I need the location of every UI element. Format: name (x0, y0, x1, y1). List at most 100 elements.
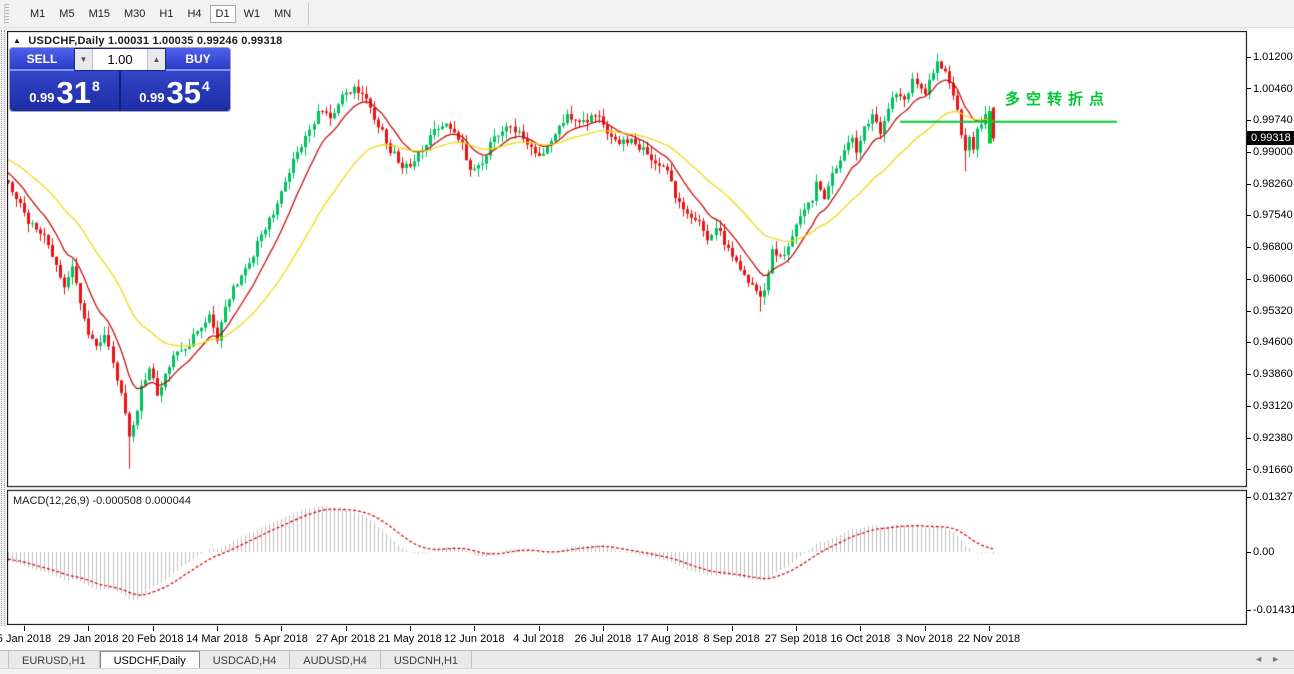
macd-axis-tick (1247, 496, 1251, 498)
collapse-triangle-icon[interactable]: ▲ (13, 36, 21, 45)
date-axis: 5 Jan 2018 29 Jan 2018 20 Feb 2018 14 Mar 2… (0, 626, 1294, 650)
price-axis-tick (1247, 469, 1251, 470)
macd-axis-label: 0.00 (1253, 546, 1275, 558)
mt4-terminal: M1 M5 M15 M30 H1 H4 D1 W1 MN ▲ USDCHF,Daily 1.00… (0, 0, 1294, 674)
date-axis-tick (924, 626, 926, 631)
timeframe-button-h4[interactable]: H4 (181, 5, 207, 23)
price-axis-tick (1247, 214, 1251, 216)
tab-audusd-h4[interactable]: AUDUSD,H4 (290, 651, 381, 668)
timeframe-button-m5[interactable]: M5 (53, 5, 80, 23)
timeframe-button-d1[interactable]: D1 (209, 4, 236, 23)
volume-increase-icon[interactable]: ▲ (147, 49, 165, 70)
date-axis-tick (795, 626, 797, 631)
date-axis-tick (988, 626, 990, 631)
date-axis-label: 26 Jul 2018 (574, 633, 632, 645)
price-axis-tick (1247, 405, 1251, 407)
buy-price-pip: 4 (202, 78, 210, 94)
buy-price-prefix: 0.99 (139, 90, 165, 105)
buy-button[interactable]: BUY (166, 48, 230, 71)
price-axis-label: 0.94600 (1253, 336, 1293, 349)
price-axis-tick (1247, 310, 1251, 312)
one-click-trading-panel: SELL ▼ 1.00 ▲ BUY 0.99 31 8 0.99 35 4 (10, 48, 230, 111)
date-axis-tick (281, 626, 283, 631)
toolbar-grip-handle[interactable] (4, 3, 9, 24)
price-axis-label: 0.91660 (1253, 463, 1293, 476)
buy-price-button[interactable]: 0.99 35 4 (119, 71, 228, 111)
volume-input[interactable]: 1.00 (93, 49, 147, 70)
tab-usdchf-daily[interactable]: USDCHF,Daily (99, 651, 200, 668)
date-axis-tick (24, 626, 25, 631)
macd-axis-tick (1247, 551, 1251, 553)
price-axis-tick (1247, 88, 1251, 90)
tab-usdcnh-h1[interactable]: USDCNH,H1 (381, 651, 473, 668)
window-edge-grip[interactable] (1, 30, 5, 668)
price-axis-label: 0.93120 (1253, 400, 1293, 413)
price-axis-label: 1.01200 (1253, 51, 1293, 63)
date-axis-tick (667, 626, 669, 631)
timeframe-button-mn[interactable]: MN (268, 5, 297, 23)
macd-indicator-label: MACD(12,26,9) -0.000508 0.000044 (13, 495, 191, 507)
date-axis-label: 27 Apr 2018 (315, 633, 376, 645)
price-axis-label: 1.00460 (1253, 82, 1293, 95)
tab-scroll-left-icon[interactable]: ◄ (1254, 654, 1271, 664)
current-price-badge: 0.99318 (1247, 131, 1294, 146)
price-axis-label: 0.96800 (1253, 241, 1293, 254)
date-axis-tick (345, 626, 347, 631)
volume-spinner: ▼ 1.00 ▲ (74, 48, 166, 71)
sell-price-pip: 8 (92, 78, 100, 94)
date-axis-label: 21 May 2018 (378, 633, 442, 645)
price-axis-tick (1247, 246, 1251, 248)
price-axis-tick (1247, 56, 1251, 58)
timeframe-buttons: M1 M5 M15 M30 H1 H4 D1 W1 MN (23, 4, 298, 23)
date-axis-label: 5 Apr 2018 (254, 633, 308, 645)
sell-price-button[interactable]: 0.99 31 8 (10, 71, 119, 111)
date-axis-label: 17 Aug 2018 (636, 633, 699, 645)
timeframe-button-m30[interactable]: M30 (118, 5, 151, 23)
date-axis-tick (731, 626, 733, 631)
timeframe-button-m1[interactable]: M1 (24, 5, 51, 23)
timeframe-button-m15[interactable]: M15 (83, 5, 116, 23)
timeframe-button-w1[interactable]: W1 (238, 5, 267, 23)
date-axis-tick (152, 626, 154, 631)
price-axis-tick (1247, 373, 1251, 375)
sell-price-main: 31 (56, 75, 91, 110)
chart-tabbar: EURUSD,H1 USDCHF,Daily USDCAD,H4 AUDUSD,H4 U… (0, 650, 1294, 668)
timeframe-toolbar: M1 M5 M15 M30 H1 H4 D1 W1 MN (0, 0, 1294, 28)
date-axis-label: 14 Mar 2018 (186, 633, 248, 645)
date-axis-tick (216, 626, 218, 631)
toolbar-separator (308, 2, 310, 25)
date-axis-label: 4 Jul 2018 (513, 633, 565, 645)
date-axis-label: 22 Nov 2018 (957, 633, 1021, 645)
candlestick-chart-canvas[interactable] (7, 31, 1247, 625)
chart-symbol-period: USDCHF,Daily (28, 35, 105, 47)
chart-tabs: EURUSD,H1 USDCHF,Daily USDCAD,H4 AUDUSD,H4 U… (8, 651, 473, 668)
price-axis-tick (1247, 278, 1251, 280)
price-axis-label: 0.92380 (1253, 432, 1293, 445)
tab-eurusd-h1[interactable]: EURUSD,H1 (8, 651, 100, 668)
tab-scroll-arrows[interactable]: ◄► (1254, 654, 1288, 664)
date-axis-tick (860, 626, 862, 631)
volume-decrease-icon[interactable]: ▼ (75, 49, 93, 70)
price-axis-tick (1247, 341, 1251, 343)
price-axis-label: 0.95320 (1253, 305, 1293, 318)
price-axis-label: 0.99740 (1253, 114, 1293, 127)
macd-axis-tick (1247, 609, 1251, 611)
price-axis-tick (1247, 437, 1251, 439)
timeframe-button-h1[interactable]: H1 (153, 5, 179, 23)
macd-axis-label: -0.01431 (1253, 604, 1294, 616)
price-axis-label: 0.96060 (1253, 273, 1293, 286)
date-axis-tick (409, 626, 411, 631)
date-axis-label: 16 Oct 2018 (830, 633, 891, 645)
price-axis-label: 0.99000 (1253, 146, 1293, 159)
price-axis-label: 0.98260 (1253, 178, 1293, 191)
macd-axis-label: 0.01327 (1253, 491, 1293, 503)
tab-scroll-right-icon[interactable]: ► (1271, 654, 1288, 664)
date-axis-label: 20 Feb 2018 (121, 633, 184, 645)
date-axis-tick (538, 626, 540, 631)
chart-ohlc-values: 1.00031 1.00035 0.99246 0.99318 (108, 35, 283, 47)
sell-button[interactable]: SELL (10, 48, 74, 71)
tab-usdcad-h4[interactable]: USDCAD,H4 (200, 651, 291, 668)
date-axis-tick (602, 626, 604, 631)
date-axis-label: 5 Jan 2018 (0, 633, 52, 645)
annotation-label[interactable]: 多空转折点 (1005, 88, 1110, 109)
